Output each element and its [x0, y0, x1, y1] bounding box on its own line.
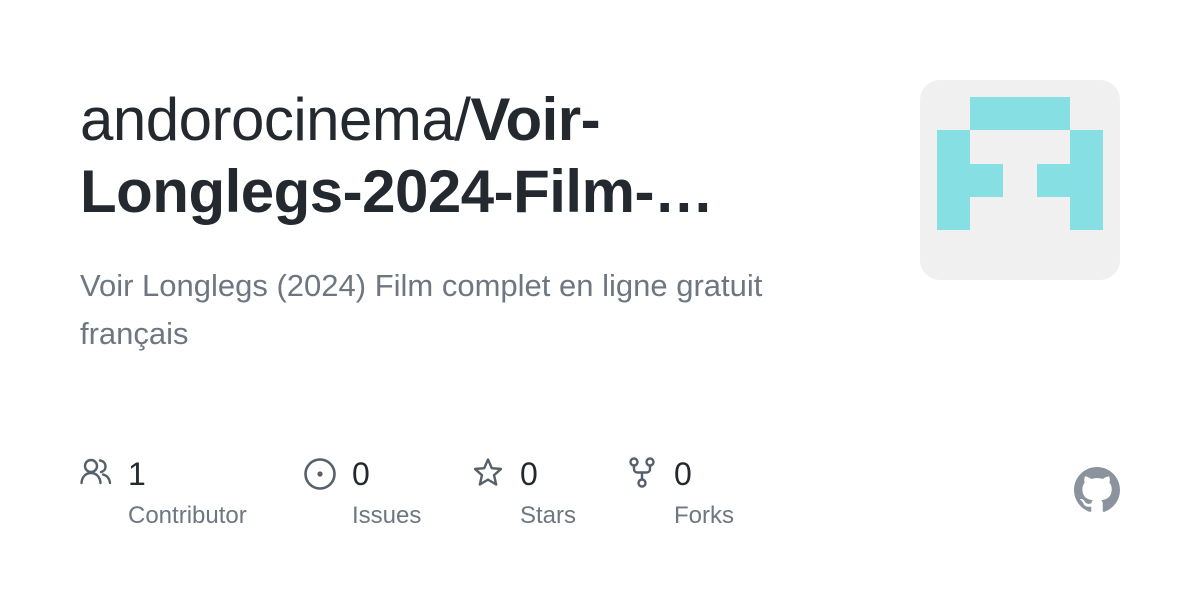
issue-opened-icon — [304, 456, 338, 490]
repository-owner: andorocinema/ — [80, 86, 471, 153]
repository-description: Voir Longlegs (2024) Film complet en lig… — [80, 268, 763, 351]
repository-name-part-1: Voir- — [470, 86, 601, 153]
repository-social-card: andorocinema/Voir- Longlegs-2024-Film-… … — [0, 0, 1200, 600]
issues-label: Issues — [352, 502, 422, 529]
stars-count: 0 — [520, 456, 538, 492]
repository-title: andorocinema/Voir- Longlegs-2024-Film-… — [80, 84, 880, 228]
repository-title-line-1: andorocinema/Voir- — [80, 84, 880, 156]
repository-name-part-2: Longlegs-2024-Film-… — [80, 158, 714, 225]
stars-label: Stars — [520, 502, 577, 529]
issues-count: 0 — [352, 456, 370, 492]
identicon-icon — [937, 97, 1103, 230]
contributors-count: 1 — [128, 456, 146, 492]
forks-count: 0 — [674, 456, 692, 492]
repository-avatar — [920, 80, 1120, 280]
contributors-label: Contributor — [128, 502, 247, 529]
people-icon — [80, 456, 114, 490]
forks-label: Forks — [674, 502, 734, 529]
github-mark-icon — [1074, 467, 1120, 513]
star-icon — [472, 456, 506, 490]
repo-forked-icon — [626, 456, 660, 490]
